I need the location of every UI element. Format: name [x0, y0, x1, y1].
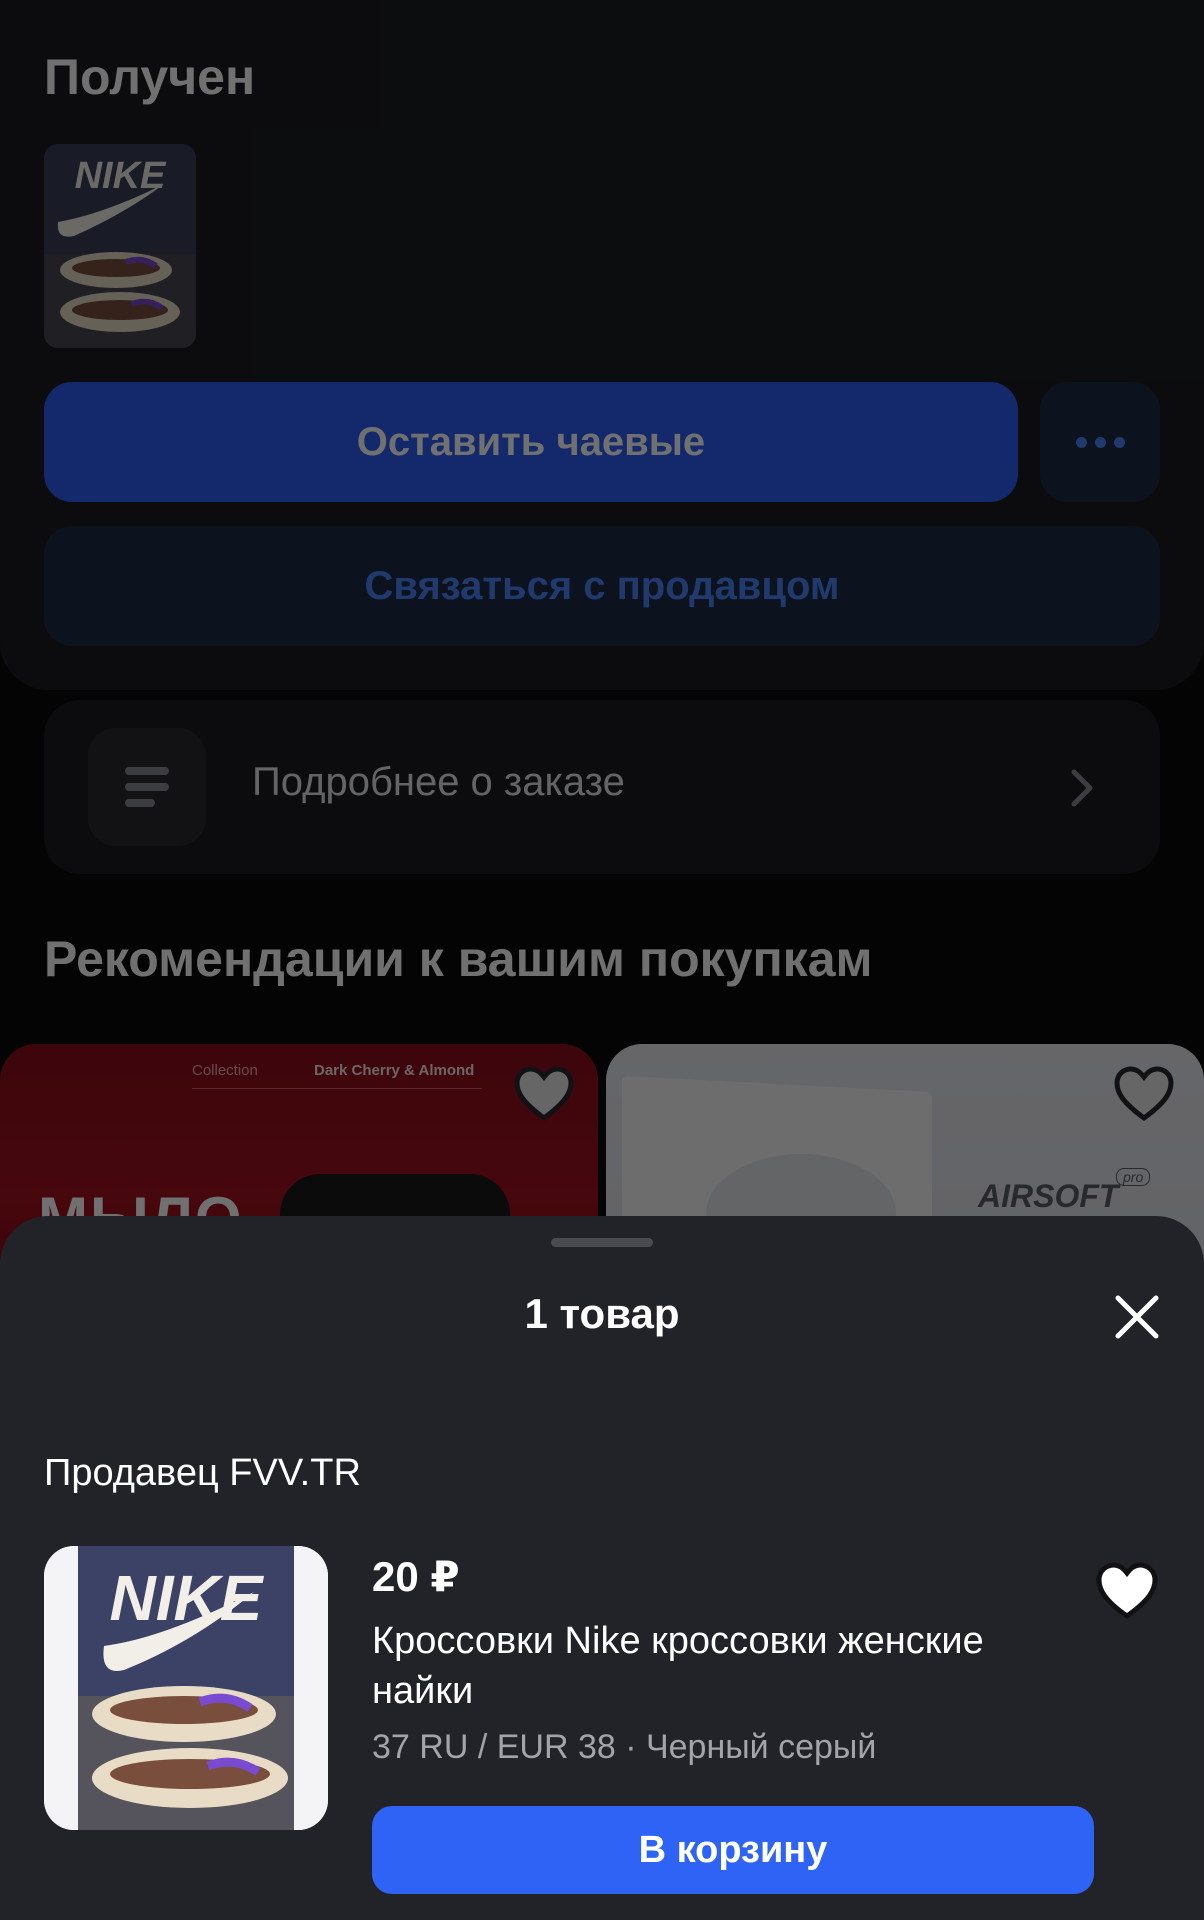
order-product-thumbnail[interactable]: NIKE [44, 144, 196, 348]
list-icon-line [125, 767, 169, 775]
heart-icon[interactable] [514, 1066, 574, 1122]
more-options-button[interactable] [1040, 382, 1160, 502]
heart-icon[interactable] [1114, 1066, 1174, 1122]
list-icon-line [125, 783, 169, 791]
add-to-cart-button[interactable]: В корзину [372, 1806, 1094, 1894]
order-details-label: Подробнее о заказе [252, 760, 625, 804]
collection-divider [192, 1088, 482, 1089]
order-details-row[interactable]: Подробнее о заказе [44, 700, 1160, 874]
order-status: Получен [44, 49, 256, 105]
more-dots-icon [1075, 436, 1087, 448]
more-dot [1113, 436, 1125, 448]
list-icon [88, 728, 206, 846]
leave-tip-button[interactable]: Оставить чаевые [44, 382, 1018, 502]
contact-seller-button[interactable]: Связаться с продавцом [44, 526, 1160, 646]
product-title[interactable]: Кроссовки Nike кроссовки женские найки [372, 1616, 1072, 1716]
card-brand: AIRSOFT [978, 1178, 1119, 1214]
heart-icon[interactable] [1096, 1562, 1158, 1620]
product-image-brand-text: NIKE [110, 1562, 265, 1634]
sheet-title: 1 товар [524, 1290, 680, 1337]
product-image[interactable]: NIKE [44, 1546, 328, 1830]
chevron-right-icon [1071, 769, 1093, 807]
sneaker-thumbnail-image: NIKE [44, 144, 196, 348]
product-variant: 37 RU / EUR 38 · Черный серый [372, 1728, 877, 1766]
close-icon[interactable] [1112, 1292, 1162, 1342]
thumbnail-brand-text: NIKE [75, 155, 167, 197]
recommendations-title: Рекомендации к вашим покупкам [44, 931, 873, 987]
product-price: 20 ₽ [372, 1553, 460, 1600]
collection-label: Collection [192, 1062, 258, 1079]
collection-name: Dark Cherry & Almond [314, 1062, 475, 1079]
seller-label[interactable]: Продавец FVV.TR [44, 1452, 361, 1495]
card-badge: pro [1116, 1168, 1151, 1186]
bottom-sheet: 1 товар Продавец FVV.TR NIKE 20 ₽ Кроссо… [0, 1216, 1204, 1920]
sheet-drag-handle[interactable] [551, 1238, 653, 1247]
order-card: Получен NIKE Оставить чаевые Связаться с… [0, 0, 1204, 690]
list-icon-line [125, 799, 155, 807]
more-dot [1094, 436, 1106, 448]
sneaker-product-image: NIKE [44, 1546, 328, 1830]
screen: Получен NIKE Оставить чаевые Связаться с… [0, 0, 1204, 1920]
